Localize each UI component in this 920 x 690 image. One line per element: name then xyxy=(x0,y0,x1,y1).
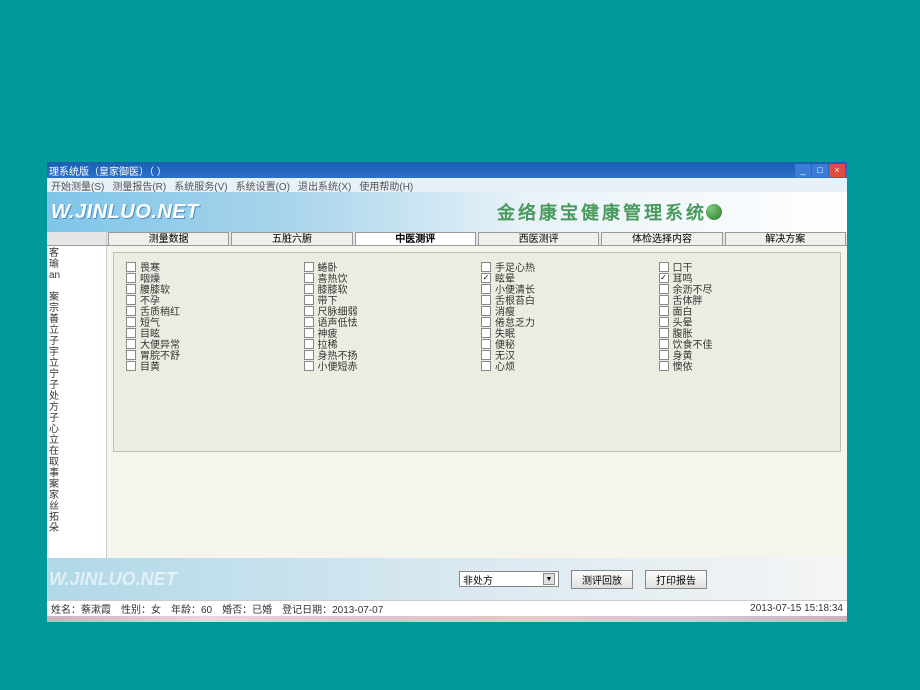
checkbox-icon xyxy=(659,273,669,283)
checkbox-icon xyxy=(304,361,314,371)
checkbox-icon xyxy=(304,350,314,360)
checkbox-icon xyxy=(659,295,669,305)
symptom-checkbox[interactable]: 心烦 xyxy=(481,360,651,371)
app-window: 理系统版（皇家御医）（ ） _ □ × 开始测量(S) 测量报告(R) 系统服务… xyxy=(47,162,847,622)
prescription-combo[interactable]: 非处方 ▼ xyxy=(459,571,559,587)
window-controls: _ □ × xyxy=(795,164,845,177)
checkbox-icon xyxy=(659,284,669,294)
tab-exam-content[interactable]: 体检选择内容 xyxy=(601,232,722,245)
checkbox-icon xyxy=(481,361,491,371)
tab-western-eval[interactable]: 西医测评 xyxy=(478,232,599,245)
checkbox-icon xyxy=(481,306,491,316)
checkbox-icon xyxy=(126,284,136,294)
tabs-row: 测量数据 五脏六腑 中医测评 西医测评 体检选择内容 解决方案 xyxy=(47,232,847,246)
checkbox-icon xyxy=(659,262,669,272)
checkbox-icon xyxy=(304,273,314,283)
menu-help[interactable]: 使用帮助(H) xyxy=(359,178,413,193)
checkbox-icon xyxy=(126,339,136,349)
checkbox-icon xyxy=(481,273,491,283)
tab-measure-data[interactable]: 测量数据 xyxy=(108,232,229,245)
checkbox-icon xyxy=(304,262,314,272)
symptom-label: 心烦 xyxy=(495,358,515,373)
checkbox-icon xyxy=(304,306,314,316)
menu-service[interactable]: 系统服务(V) xyxy=(174,178,227,193)
header-banner: W.JINLUO.NET 金络康宝健康管理系统 xyxy=(47,192,847,232)
footer-url: W.JINLUO.NET xyxy=(49,569,177,590)
checkbox-icon xyxy=(304,295,314,305)
checkbox-icon xyxy=(126,306,136,316)
symptom-label: 小便短赤 xyxy=(318,358,358,373)
checkbox-icon xyxy=(126,273,136,283)
checkbox-icon xyxy=(659,317,669,327)
checkbox-icon xyxy=(126,350,136,360)
symptom-checkbox[interactable]: 目黄 xyxy=(126,360,296,371)
sidebar-header xyxy=(47,232,107,245)
tab-solutions[interactable]: 解决方案 xyxy=(725,232,846,245)
menu-exit[interactable]: 退出系统(X) xyxy=(298,178,351,193)
checkbox-icon xyxy=(481,262,491,272)
sidebar: 客 瑜 an 案 宗 善 立 子 宇 立 宁 子 处 方 子 心 立 在 取 事… xyxy=(47,246,107,558)
sidebar-text: 客 瑜 an 案 宗 善 立 子 宇 立 宁 子 处 方 子 心 立 在 取 事… xyxy=(49,248,104,534)
symptom-label: 目黄 xyxy=(140,358,160,373)
symptom-checkbox[interactable]: 懊侬 xyxy=(659,360,829,371)
minimize-button[interactable]: _ xyxy=(795,164,811,177)
tab-tcm-eval[interactable]: 中医测评 xyxy=(355,232,476,245)
banner-url: W.JINLUO.NET xyxy=(51,201,199,224)
patient-info: 姓名：蔡漱霞 性别：女 年龄：60 婚否：已婚 登记日期：2013-07-07 xyxy=(51,601,383,616)
checkbox-icon xyxy=(659,350,669,360)
checkbox-icon xyxy=(126,295,136,305)
menu-start[interactable]: 开始测量(S) xyxy=(51,178,104,193)
symptom-grid: 畏寒蜷卧手足心热口干咽燥喜热饮眩晕耳鸣腰膝软膝膝软小便清长余沥不尽不孕带下舌根苔… xyxy=(126,261,828,371)
checkbox-icon xyxy=(481,317,491,327)
footer-banner: W.JINLUO.NET 非处方 ▼ 测评回放 打印报告 xyxy=(47,558,847,600)
symptom-panel: 畏寒蜷卧手足心热口干咽燥喜热饮眩晕耳鸣腰膝软膝膝软小便清长余沥不尽不孕带下舌根苔… xyxy=(113,252,841,452)
content-row: 客 瑜 an 案 宗 善 立 子 宇 立 宁 子 处 方 子 心 立 在 取 事… xyxy=(47,246,847,558)
maximize-button[interactable]: □ xyxy=(812,164,828,177)
checkbox-icon xyxy=(659,328,669,338)
titlebar: 理系统版（皇家御医）（ ） _ □ × xyxy=(47,162,847,178)
checkbox-icon xyxy=(304,317,314,327)
banner-title: 金络康宝健康管理系统 xyxy=(497,199,707,225)
checkbox-icon xyxy=(481,328,491,338)
checkbox-icon xyxy=(304,339,314,349)
banner-dot-icon xyxy=(706,204,722,220)
close-button[interactable]: × xyxy=(829,164,845,177)
menu-report[interactable]: 测量报告(R) xyxy=(112,178,166,193)
checkbox-icon xyxy=(481,284,491,294)
menubar: 开始测量(S) 测量报告(R) 系统服务(V) 系统设置(O) 退出系统(X) … xyxy=(47,178,847,192)
replay-button[interactable]: 测评回放 xyxy=(571,570,633,589)
print-button[interactable]: 打印报告 xyxy=(645,570,707,589)
checkbox-icon xyxy=(126,361,136,371)
datetime: 2013-07-15 15:18:34 xyxy=(750,603,843,614)
checkbox-icon xyxy=(481,339,491,349)
checkbox-icon xyxy=(126,317,136,327)
main-panel: 畏寒蜷卧手足心热口干咽燥喜热饮眩晕耳鸣腰膝软膝膝软小便清长余沥不尽不孕带下舌根苔… xyxy=(107,246,847,558)
checkbox-icon xyxy=(304,328,314,338)
checkbox-icon xyxy=(304,284,314,294)
window-title: 理系统版（皇家御医）（ ） xyxy=(49,163,167,178)
chevron-down-icon: ▼ xyxy=(543,573,555,585)
bottom-strip xyxy=(47,616,847,622)
checkbox-icon xyxy=(481,350,491,360)
checkbox-icon xyxy=(659,361,669,371)
checkbox-icon xyxy=(659,339,669,349)
checkbox-icon xyxy=(481,295,491,305)
tab-organs[interactable]: 五脏六腑 xyxy=(231,232,352,245)
symptom-checkbox[interactable]: 小便短赤 xyxy=(304,360,474,371)
symptom-label: 懊侬 xyxy=(673,358,693,373)
checkbox-icon xyxy=(126,328,136,338)
checkbox-icon xyxy=(659,306,669,316)
statusbar: 姓名：蔡漱霞 性别：女 年龄：60 婚否：已婚 登记日期：2013-07-07 … xyxy=(47,600,847,616)
checkbox-icon xyxy=(126,262,136,272)
menu-settings[interactable]: 系统设置(O) xyxy=(236,178,290,193)
footer-controls: 非处方 ▼ 测评回放 打印报告 xyxy=(459,570,707,589)
combo-value: 非处方 xyxy=(463,572,493,587)
